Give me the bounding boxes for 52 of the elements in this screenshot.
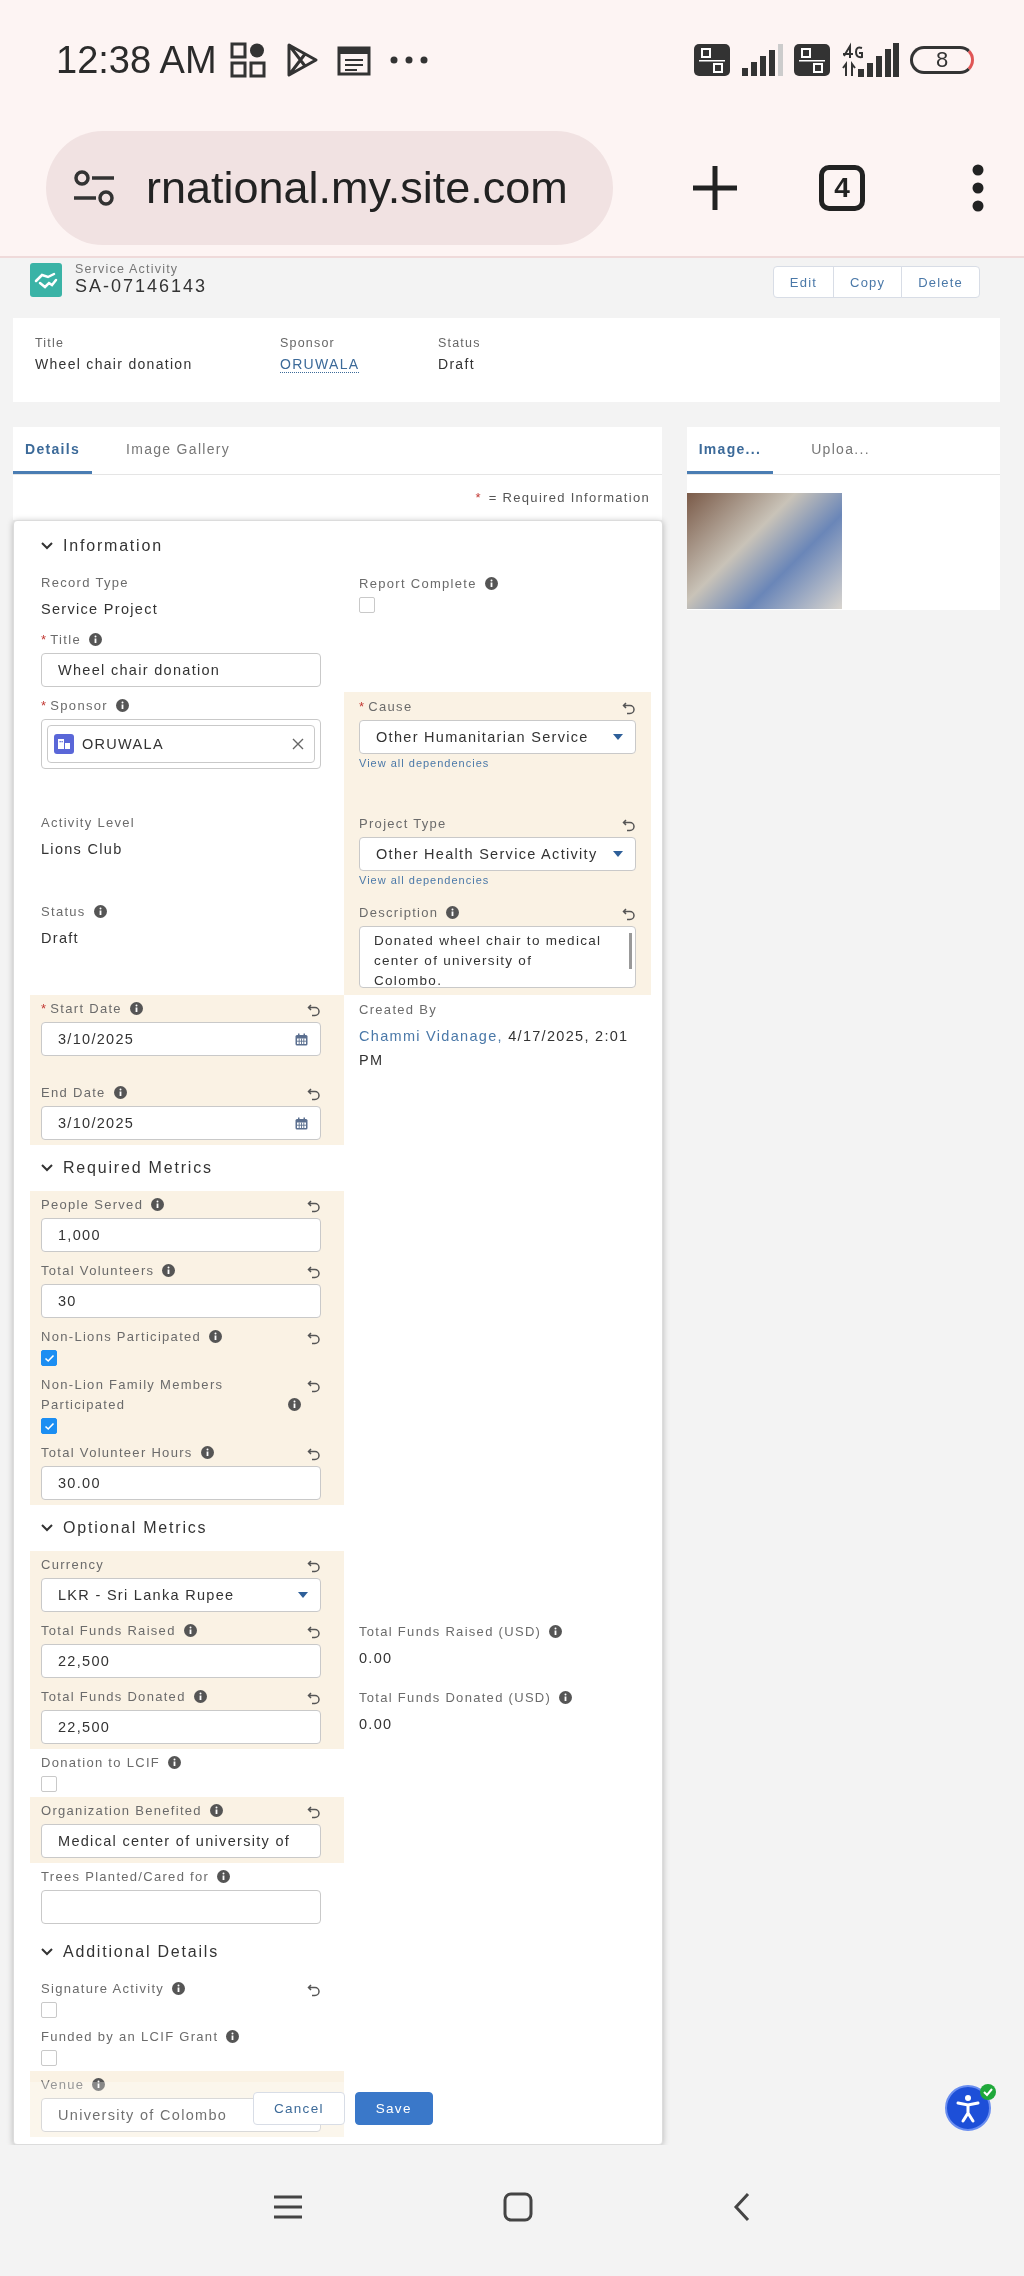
field-label: Report Complete bbox=[359, 575, 477, 593]
field-label: Status bbox=[438, 336, 481, 350]
field-label: Sponsor bbox=[280, 336, 336, 350]
field-label: People Served bbox=[41, 1196, 144, 1214]
field-label: Title bbox=[35, 336, 66, 350]
field-label: End Date bbox=[41, 1084, 106, 1102]
field-value: Service Project bbox=[41, 600, 158, 619]
field-label: Total Funds Raised (USD) bbox=[359, 1623, 542, 1641]
date-value: 3/10/2025 bbox=[58, 1115, 135, 1131]
field-value: Draft bbox=[41, 929, 79, 948]
required-info-note: * = Required Information bbox=[474, 489, 651, 507]
date-value: 3/10/2025 bbox=[58, 1031, 135, 1047]
record-number: SA-07146143 bbox=[75, 276, 208, 297]
created-by-text: Chammi Vidanage, 4/17/2025, 2:01 PM bbox=[359, 1027, 630, 1070]
field-label: Created By bbox=[359, 1001, 438, 1019]
field-label: * Sponsor bbox=[41, 697, 108, 715]
field-label: * Cause bbox=[359, 698, 413, 716]
record-type-label: Service Activity bbox=[75, 262, 180, 276]
field-value: Lions Club bbox=[41, 840, 123, 859]
field-label: Funded by an LCIF Grant bbox=[41, 2028, 219, 2046]
field-value: 0.00 bbox=[359, 1715, 393, 1734]
field-label: Signature Activity bbox=[41, 1980, 165, 1998]
field-label: * Title bbox=[41, 631, 81, 649]
field-label: Total Funds Donated bbox=[41, 1688, 186, 1706]
field-label: Total Volunteers bbox=[41, 1262, 155, 1280]
field-label: Total Volunteer Hours bbox=[41, 1444, 193, 1462]
field-label: Status bbox=[41, 903, 86, 921]
field-label: Currency bbox=[41, 1556, 105, 1574]
field-label: Project Type bbox=[359, 815, 447, 833]
url-text: rnational.my.site.com bbox=[146, 162, 568, 214]
text-area-value: Donated wheel chair to medical center of university of Colombo. bbox=[374, 933, 602, 987]
field-label: Total Funds Donated (USD) bbox=[359, 1689, 552, 1707]
field-label: Non-Lion Family Members Participated bbox=[41, 1376, 225, 1414]
select-value: Other Health Service Activity bbox=[376, 846, 598, 862]
field-label: * Start Date bbox=[41, 1000, 122, 1018]
field-label: Venue bbox=[41, 2076, 85, 2094]
field-label: Non-Lions Participated bbox=[41, 1328, 202, 1346]
field-label: Donation to LCIF bbox=[41, 1754, 161, 1772]
field-label: Organization Benefited bbox=[41, 1802, 202, 1820]
status-time: 12:38 AM bbox=[56, 38, 217, 82]
field-label: Activity Level bbox=[41, 814, 136, 832]
field-label: Description bbox=[359, 904, 439, 922]
field-value: Wheel chair donation bbox=[35, 356, 193, 372]
battery-icon: 8 bbox=[910, 46, 974, 74]
field-value: 0.00 bbox=[359, 1649, 393, 1668]
field-label: Trees Planted/Cared for bbox=[41, 1868, 210, 1886]
field-label: Total Funds Raised bbox=[41, 1622, 176, 1640]
field-label: Record Type bbox=[41, 574, 129, 592]
select-value: LKR - Sri Lanka Rupee bbox=[58, 1587, 235, 1603]
select-value: Other Humanitarian Service bbox=[376, 729, 589, 745]
field-value: Draft bbox=[438, 356, 475, 372]
pill-text: ORUWALA bbox=[82, 736, 164, 752]
